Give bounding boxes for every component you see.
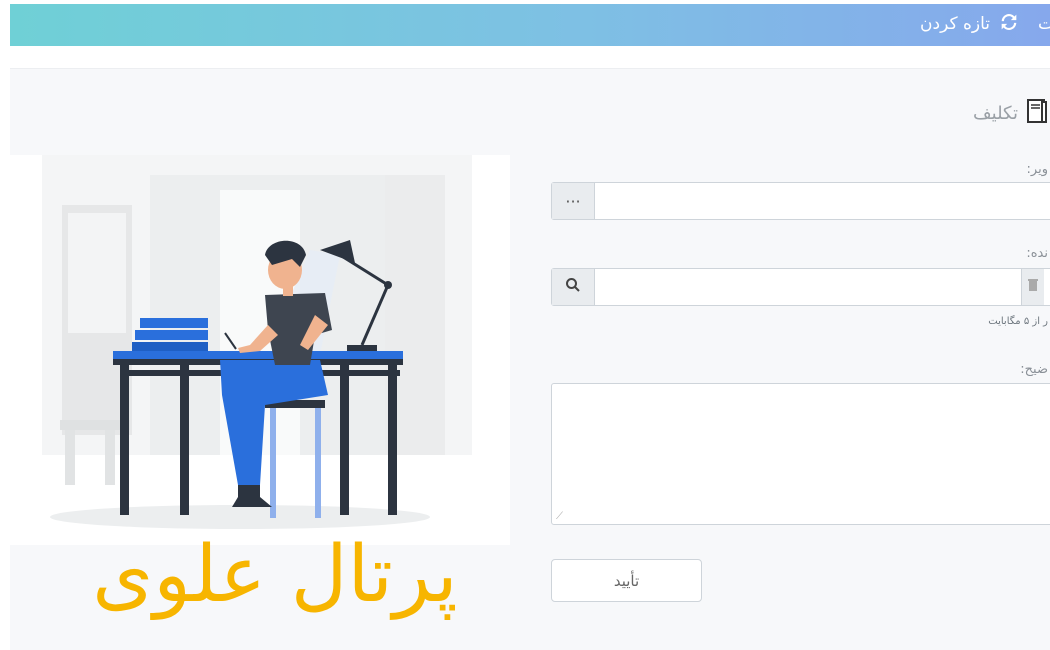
search-button[interactable] [552, 269, 595, 305]
submit-button[interactable]: تأیید [551, 559, 702, 602]
topbar-cut-label[interactable]: ت [1038, 10, 1050, 38]
refresh-label: تازه کردن [920, 14, 990, 34]
refresh-icon [998, 11, 1020, 38]
student-illustration [10, 155, 510, 545]
file-input[interactable] [551, 268, 1050, 306]
search-icon [565, 277, 581, 297]
description-textarea[interactable]: ⟋ [551, 383, 1050, 525]
field1-input[interactable]: ··· [551, 182, 1050, 220]
watermark-logo-text: پرتال علوی [92, 530, 458, 620]
assignment-book-icon [1026, 98, 1048, 129]
resize-handle-icon[interactable]: ⟋ [556, 511, 563, 522]
refresh-button[interactable]: تازه کردن [920, 10, 1020, 38]
browse-button[interactable]: ··· [552, 183, 595, 219]
file-size-hint: ر از ۵ مگابایت [988, 316, 1048, 327]
trash-icon [1027, 278, 1039, 296]
ellipsis-icon: ··· [565, 191, 581, 211]
card-header: تکلیف [973, 95, 1048, 131]
field3-label: ضیح: [1020, 362, 1048, 377]
field2-label: نده: [1026, 246, 1048, 261]
field1-label: ویر: [1026, 162, 1048, 177]
delete-button[interactable] [1021, 269, 1044, 305]
top-bar: تازه کردن ت [10, 4, 1050, 46]
card-title: تکلیف [973, 102, 1018, 124]
